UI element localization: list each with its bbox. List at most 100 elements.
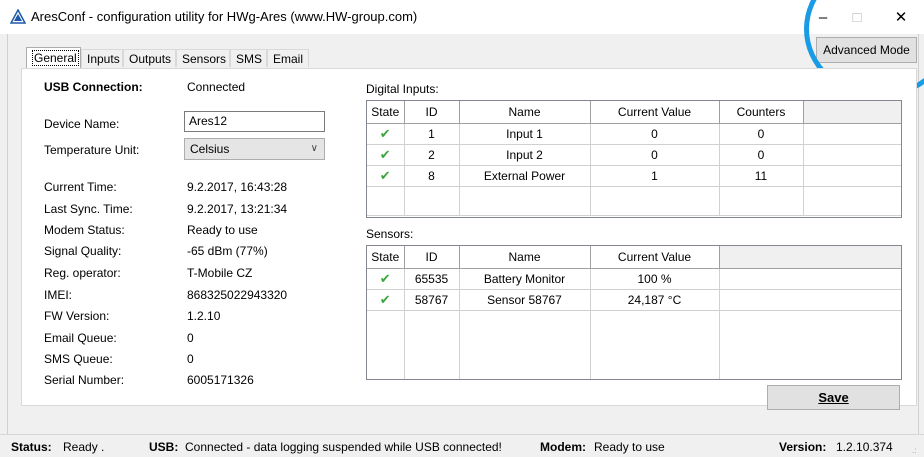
check-icon: ✔ — [379, 168, 391, 183]
usb-status-label: USB: — [149, 440, 179, 454]
usb-connection-label: USB Connection: — [44, 80, 143, 94]
column-header[interactable]: State — [367, 101, 405, 124]
table-row[interactable]: ✔ 8 External Power 1 11 — [367, 165, 901, 187]
tab-inputs[interactable]: Inputs — [81, 49, 123, 67]
reg-operator-label: Reg. operator: — [44, 266, 121, 280]
save-button[interactable]: Save — [767, 385, 900, 410]
table-row[interactable]: ✔ 65535 Battery Monitor 100 % — [367, 268, 901, 290]
sensors-caption: Sensors: — [366, 227, 414, 241]
column-header[interactable]: Current Value — [590, 101, 720, 124]
save-label: Save — [818, 390, 849, 405]
last-sync-value: 9.2.2017, 13:21:34 — [187, 202, 288, 216]
minimize-icon: – — [818, 8, 828, 26]
status-label: Status: — [11, 440, 52, 454]
device-name-label: Device Name: — [44, 117, 120, 131]
modem-status-value: Ready to use — [187, 223, 258, 237]
empty-row — [367, 186, 901, 216]
tab-general-label: General — [32, 50, 79, 66]
reg-operator-value: T-Mobile CZ — [187, 266, 253, 280]
serial-number-value: 6005171326 — [187, 373, 254, 387]
row-value: 100 % — [590, 268, 720, 290]
sms-queue-label: SMS Queue: — [44, 352, 113, 366]
row-name: Input 2 — [459, 144, 591, 166]
usb-status-value: Connected - data logging suspended while… — [185, 440, 502, 454]
header-filler — [719, 246, 901, 269]
grid-header-row: State ID Name Current Value — [367, 246, 901, 269]
digital-inputs-caption: Digital Inputs: — [366, 82, 439, 96]
signal-quality-label: Signal Quality: — [44, 244, 122, 258]
column-header[interactable]: Name — [459, 246, 591, 269]
row-id: 58767 — [404, 289, 460, 311]
advanced-mode-button[interactable]: Advanced Mode — [816, 37, 917, 63]
fw-version-value: 1.2.10 — [187, 309, 221, 323]
chevron-down-icon: ∨ — [310, 143, 318, 154]
tab-sms[interactable]: SMS — [230, 49, 267, 67]
column-header[interactable]: Current Value — [590, 246, 720, 269]
empty-row — [367, 310, 901, 379]
maximize-button[interactable]: □ — [834, 0, 880, 34]
row-id: 2 — [404, 144, 460, 166]
usb-connection-value: Connected — [187, 80, 246, 94]
row-value: 0 — [590, 123, 720, 145]
check-icon: ✔ — [379, 147, 391, 162]
check-icon: ✔ — [379, 292, 391, 307]
email-queue-label: Email Queue: — [44, 331, 117, 345]
header-filler — [803, 101, 901, 124]
resize-grip-icon[interactable]: .: — [912, 446, 916, 455]
row-counter: 11 — [719, 165, 804, 187]
row-counter: 0 — [719, 123, 804, 145]
tab-sensors[interactable]: Sensors — [176, 49, 230, 67]
row-value: 1 — [590, 165, 720, 187]
column-header[interactable]: ID — [404, 246, 460, 269]
row-id: 8 — [404, 165, 460, 187]
row-value: 0 — [590, 144, 720, 166]
table-row[interactable]: ✔ 1 Input 1 0 0 — [367, 123, 901, 145]
column-header[interactable]: ID — [404, 101, 460, 124]
table-row[interactable]: ✔ 2 Input 2 0 0 — [367, 144, 901, 166]
grid-header-row: State ID Name Current Value Counters — [367, 101, 901, 124]
sms-queue-value: 0 — [187, 352, 194, 366]
version-value: 1.2.10.374 — [836, 440, 893, 454]
window-title: AresConf - configuration utility for HWg… — [31, 9, 418, 24]
last-sync-label: Last Sync. Time: — [44, 202, 133, 216]
sensors-grid[interactable]: State ID Name Current Value ✔ 65535 Batt… — [366, 245, 902, 380]
version-label: Version: — [779, 440, 827, 454]
current-time-value: 9.2.2017, 16:43:28 — [187, 180, 288, 194]
column-header[interactable]: Counters — [719, 101, 804, 124]
temperature-unit-value: Celsius — [190, 142, 230, 156]
column-header[interactable]: State — [367, 246, 405, 269]
tab-general[interactable]: General — [26, 47, 81, 69]
row-counter: 0 — [719, 144, 804, 166]
email-queue-value: 0 — [187, 331, 194, 345]
check-icon: ✔ — [379, 126, 391, 141]
row-name: Input 1 — [459, 123, 591, 145]
row-name: Battery Monitor — [459, 268, 591, 290]
close-button[interactable]: ✕ — [878, 0, 924, 34]
current-time-label: Current Time: — [44, 180, 117, 194]
tab-email[interactable]: Email — [267, 49, 309, 67]
maximize-icon: □ — [852, 8, 862, 26]
signal-quality-value: -65 dBm (77%) — [187, 244, 268, 258]
table-row[interactable]: ✔ 58767 Sensor 58767 24,187 °C — [367, 289, 901, 311]
tab-outputs[interactable]: Outputs — [123, 49, 176, 67]
imei-value: 868325022943320 — [187, 288, 288, 302]
modem-status-label: Modem Status: — [44, 223, 125, 237]
row-id: 65535 — [404, 268, 460, 290]
temperature-unit-label: Temperature Unit: — [44, 143, 140, 157]
fw-version-label: FW Version: — [44, 309, 110, 323]
modem-status-bar-value: Ready to use — [594, 440, 665, 454]
row-id: 1 — [404, 123, 460, 145]
row-name: Sensor 58767 — [459, 289, 591, 311]
temperature-unit-select[interactable]: Celsius ∨ — [184, 138, 325, 160]
device-name-input[interactable]: Ares12 — [184, 111, 325, 132]
column-header[interactable]: Name — [459, 101, 591, 124]
row-name: External Power — [459, 165, 591, 187]
check-icon: ✔ — [379, 271, 391, 286]
ares-warning-triangle-icon — [10, 9, 26, 24]
close-icon: ✕ — [894, 9, 908, 26]
modem-status-bar-label: Modem: — [540, 440, 586, 454]
row-value: 24,187 °C — [590, 289, 720, 311]
imei-label: IMEI: — [44, 288, 73, 302]
serial-number-label: Serial Number: — [44, 373, 125, 387]
digital-inputs-grid[interactable]: State ID Name Current Value Counters ✔ 1… — [366, 100, 902, 218]
